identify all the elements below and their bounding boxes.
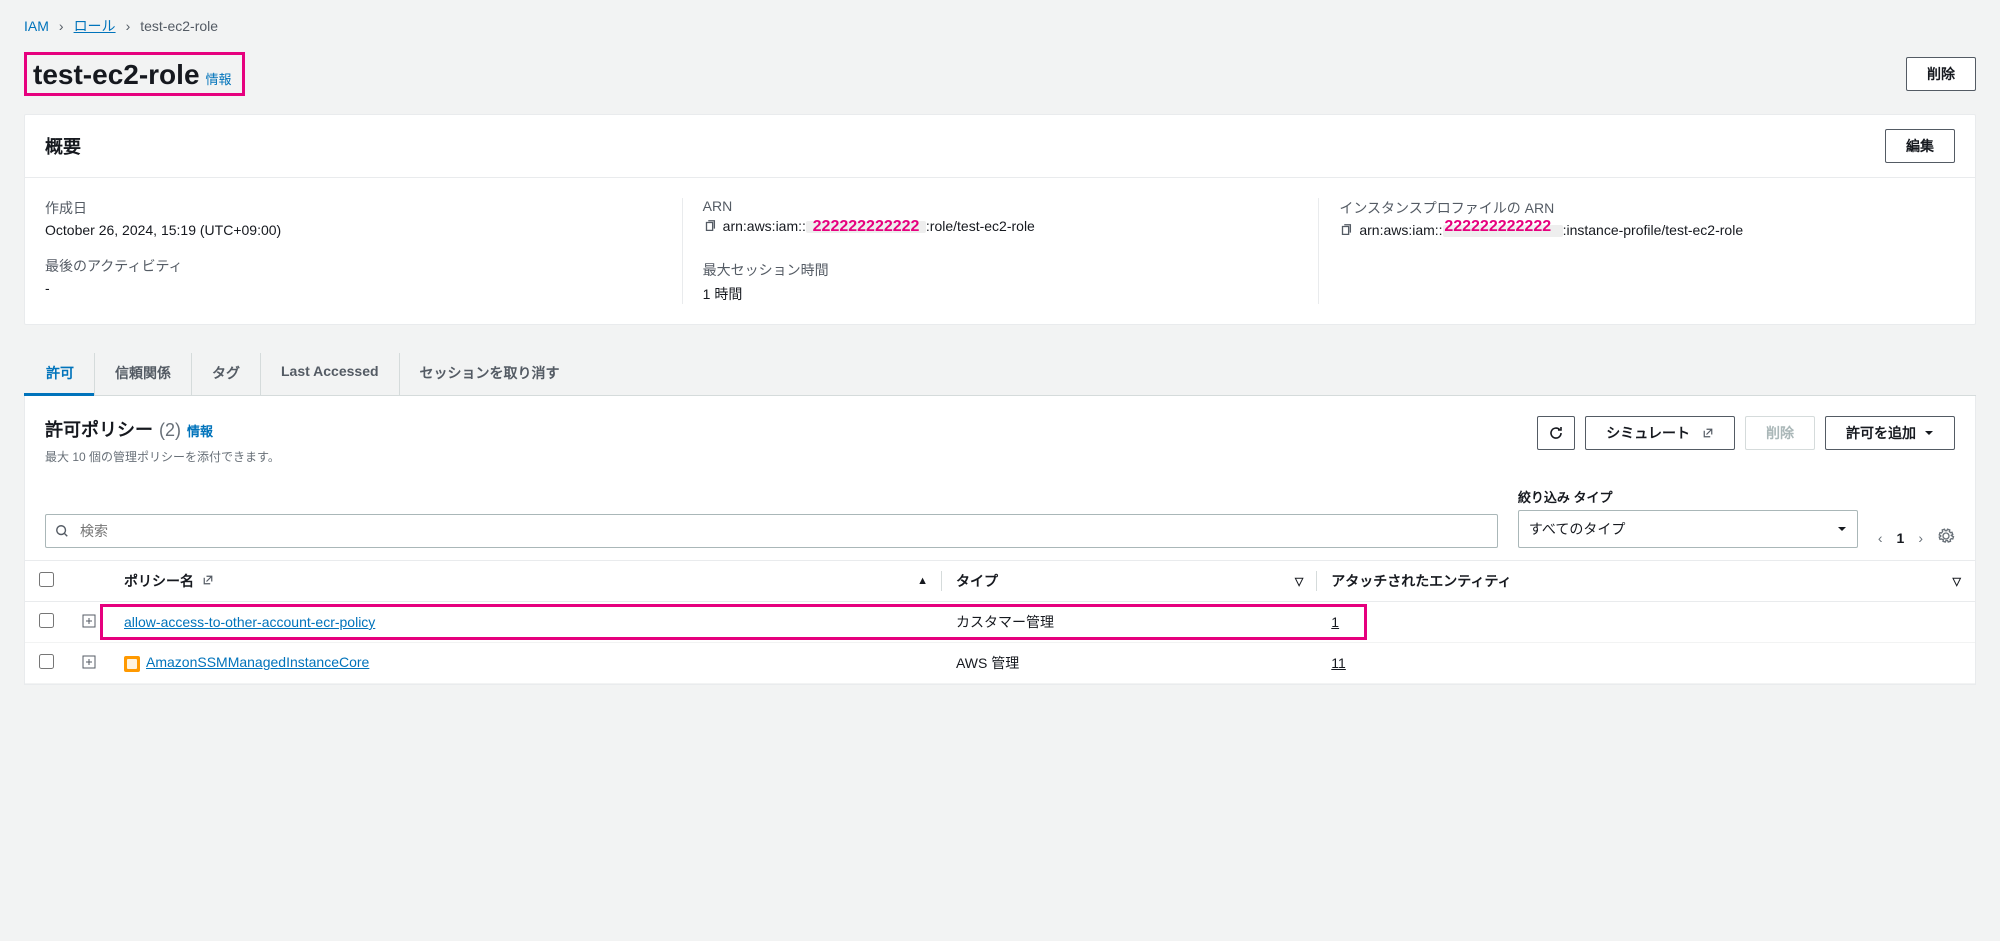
summary-title: 概要 <box>45 133 81 159</box>
edit-button[interactable]: 編集 <box>1885 129 1955 163</box>
prev-page-button[interactable]: ‹ <box>1878 530 1883 546</box>
arn-annotation: 222222222222 <box>813 218 920 236</box>
tab-last-accessed[interactable]: Last Accessed <box>260 353 399 395</box>
max-session-value: 1 時間 <box>703 284 1299 304</box>
policy-type-cell: カスタマー管理 <box>942 602 1317 643</box>
attached-entities-cell: 11 <box>1317 643 1975 684</box>
tab-revoke[interactable]: セッションを取り消す <box>399 353 580 395</box>
policy-link[interactable]: allow-access-to-other-account-ecr-policy <box>124 614 375 630</box>
entities-link[interactable]: 11 <box>1331 655 1346 671</box>
policies-info-link[interactable]: 情報 <box>187 421 213 440</box>
page-header: test-ec2-role 情報 削除 <box>24 52 1976 96</box>
col-policy-name[interactable]: ポリシー名 ▲ <box>110 561 942 602</box>
breadcrumb-roles[interactable]: ロール <box>74 16 116 36</box>
external-link-icon <box>202 574 214 586</box>
tabs: 許可 信頼関係 タグ Last Accessed セッションを取り消す <box>24 353 1976 396</box>
chevron-right-icon: › <box>126 18 131 34</box>
tab-trust[interactable]: 信頼関係 <box>94 353 191 395</box>
created-value: October 26, 2024, 15:19 (UTC+09:00) <box>45 222 662 238</box>
summary-panel: 概要 編集 作成日 October 26, 2024, 15:19 (UTC+0… <box>24 114 1976 325</box>
refresh-icon <box>1548 425 1564 441</box>
filter-type-label: 絞り込み タイプ <box>1518 487 1858 506</box>
attached-entities-cell: 1 <box>1317 602 1975 643</box>
gear-icon <box>1937 527 1955 545</box>
tab-tags[interactable]: タグ <box>191 353 260 395</box>
sort-icon: ▽ <box>1295 575 1303 588</box>
delete-role-button[interactable]: 削除 <box>1906 57 1976 91</box>
arn-label: ARN <box>703 198 1299 214</box>
page-number: 1 <box>1897 530 1905 546</box>
col-entities[interactable]: アタッチされたエンティティ ▽ <box>1317 561 1975 602</box>
copy-icon[interactable] <box>703 219 717 233</box>
pagination: ‹ 1 › <box>1878 527 1955 548</box>
policy-link[interactable]: AmazonSSMManagedInstanceCore <box>146 654 369 670</box>
settings-button[interactable] <box>1937 527 1955 548</box>
search-input[interactable] <box>45 514 1498 548</box>
simulate-button[interactable]: シミュレート <box>1585 416 1735 450</box>
arn-value: arn:aws:iam:::role/test-ec2-role <box>703 218 1299 234</box>
plus-square-icon <box>82 614 96 628</box>
page-title: test-ec2-role <box>33 59 200 91</box>
policy-name-cell: AmazonSSMManagedInstanceCore <box>110 643 942 684</box>
policies-panel: 許可ポリシー (2) 情報 最大 10 個の管理ポリシーを添付できます。 シミュ… <box>24 396 1976 685</box>
caret-down-icon <box>1924 428 1934 438</box>
instance-profile-value: arn:aws:iam:::instance-profile/test-ec2-… <box>1339 222 1935 238</box>
chevron-right-icon: › <box>59 18 64 34</box>
table-row: AmazonSSMManagedInstanceCore AWS 管理 11 <box>25 643 1975 684</box>
row-checkbox[interactable] <box>39 654 54 669</box>
max-session-label: 最大セッション時間 <box>703 260 1299 280</box>
last-activity-label: 最後のアクティビティ <box>45 256 662 276</box>
last-activity-value: - <box>45 280 662 296</box>
policies-desc: 最大 10 個の管理ポリシーを添付できます。 <box>45 448 280 465</box>
row-checkbox[interactable] <box>39 613 54 628</box>
expand-button[interactable] <box>68 602 110 643</box>
expand-button[interactable] <box>68 643 110 684</box>
sort-asc-icon: ▲ <box>917 575 928 587</box>
breadcrumb-current: test-ec2-role <box>140 18 218 34</box>
policies-title: 許可ポリシー (2) 情報 <box>45 416 213 442</box>
col-type[interactable]: タイプ ▽ <box>942 561 1317 602</box>
table-row: allow-access-to-other-account-ecr-policy… <box>25 602 1975 643</box>
search-icon <box>55 524 69 538</box>
created-label: 作成日 <box>45 198 662 218</box>
copy-icon[interactable] <box>1339 223 1353 237</box>
breadcrumb-iam[interactable]: IAM <box>24 18 49 34</box>
next-page-button[interactable]: › <box>1918 530 1923 546</box>
policy-type-cell: AWS 管理 <box>942 643 1317 684</box>
refresh-button[interactable] <box>1537 416 1575 450</box>
instance-profile-annotation: 222222222222 <box>1444 218 1551 236</box>
instance-profile-label: インスタンスプロファイルの ARN <box>1339 198 1935 218</box>
plus-square-icon <box>82 655 96 669</box>
info-link[interactable]: 情報 <box>206 69 232 88</box>
select-all-checkbox[interactable] <box>39 572 54 587</box>
breadcrumb: IAM › ロール › test-ec2-role <box>24 16 1976 36</box>
tab-permissions[interactable]: 許可 <box>24 353 94 396</box>
external-link-icon <box>1702 427 1714 439</box>
page-title-highlight: test-ec2-role 情報 <box>24 52 245 96</box>
sort-icon: ▽ <box>1953 575 1961 588</box>
caret-down-icon <box>1837 524 1847 534</box>
policies-count: (2) <box>159 420 181 441</box>
add-permission-button[interactable]: 許可を追加 <box>1825 416 1955 450</box>
remove-policy-button[interactable]: 削除 <box>1745 416 1815 450</box>
policies-table: ポリシー名 ▲ タイプ ▽ アタッチされたエ <box>25 560 1975 684</box>
search-field <box>45 514 1498 548</box>
aws-managed-icon <box>124 656 140 672</box>
filter-type-select[interactable]: すべてのタイプ <box>1518 510 1858 548</box>
entities-link[interactable]: 1 <box>1331 614 1339 630</box>
policy-name-cell: allow-access-to-other-account-ecr-policy <box>110 602 942 643</box>
